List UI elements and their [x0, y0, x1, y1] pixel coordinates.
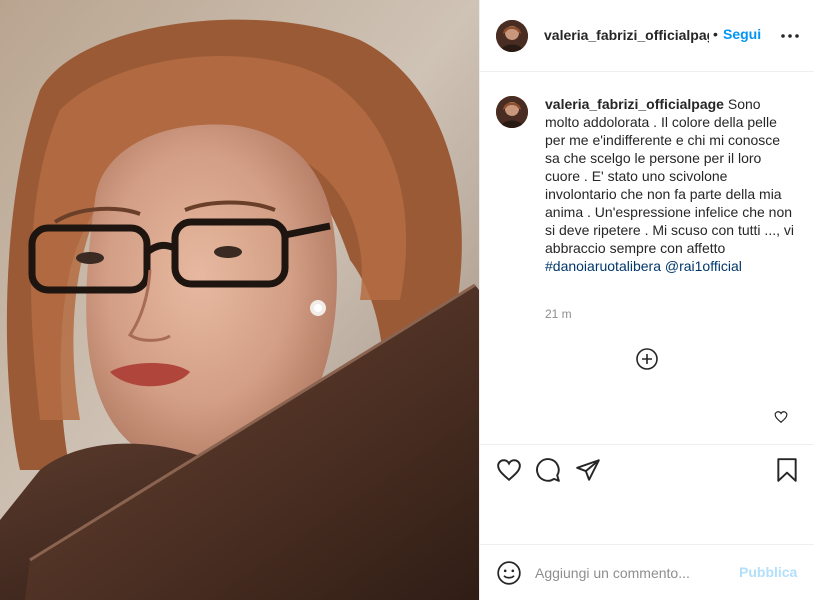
publish-button[interactable]: Pubblica	[739, 564, 797, 580]
hashtag-link[interactable]: #danoiaruotalibera	[545, 258, 661, 274]
post-timestamp[interactable]: 21 m	[545, 307, 572, 321]
caption-text: Sono molto addolorata . Il colore della …	[545, 96, 794, 256]
caption-avatar[interactable]	[496, 96, 528, 128]
heart-small-icon[interactable]	[774, 410, 788, 424]
more-horizontal-icon[interactable]	[778, 26, 802, 46]
post-side-panel: valeria_fabrizi_officialpage • Segui val…	[479, 0, 814, 600]
post-username[interactable]: valeria_fabrizi_officialpage	[544, 27, 709, 43]
bookmark-icon[interactable]	[774, 457, 800, 483]
post-caption: valeria_fabrizi_officialpage Sono molto …	[545, 95, 795, 275]
post-image[interactable]	[0, 0, 479, 600]
smiley-icon[interactable]	[496, 560, 522, 586]
add-comment-bar: Pubblica	[480, 544, 814, 600]
plus-circle-icon[interactable]	[635, 347, 659, 371]
comments-section: valeria_fabrizi_officialpage Sono molto …	[480, 72, 814, 444]
comment-icon[interactable]	[535, 457, 561, 483]
mention-link[interactable]: @rai1official	[665, 258, 742, 274]
caption-username[interactable]: valeria_fabrizi_officialpage	[545, 96, 724, 112]
post-actions	[480, 444, 814, 544]
separator-dot: •	[713, 26, 718, 42]
paper-plane-icon[interactable]	[575, 457, 601, 483]
comment-input[interactable]	[535, 562, 725, 584]
avatar[interactable]	[496, 20, 528, 52]
follow-button[interactable]: Segui	[723, 26, 761, 42]
post-header: valeria_fabrizi_officialpage • Segui	[480, 0, 814, 72]
heart-icon[interactable]	[496, 457, 522, 483]
